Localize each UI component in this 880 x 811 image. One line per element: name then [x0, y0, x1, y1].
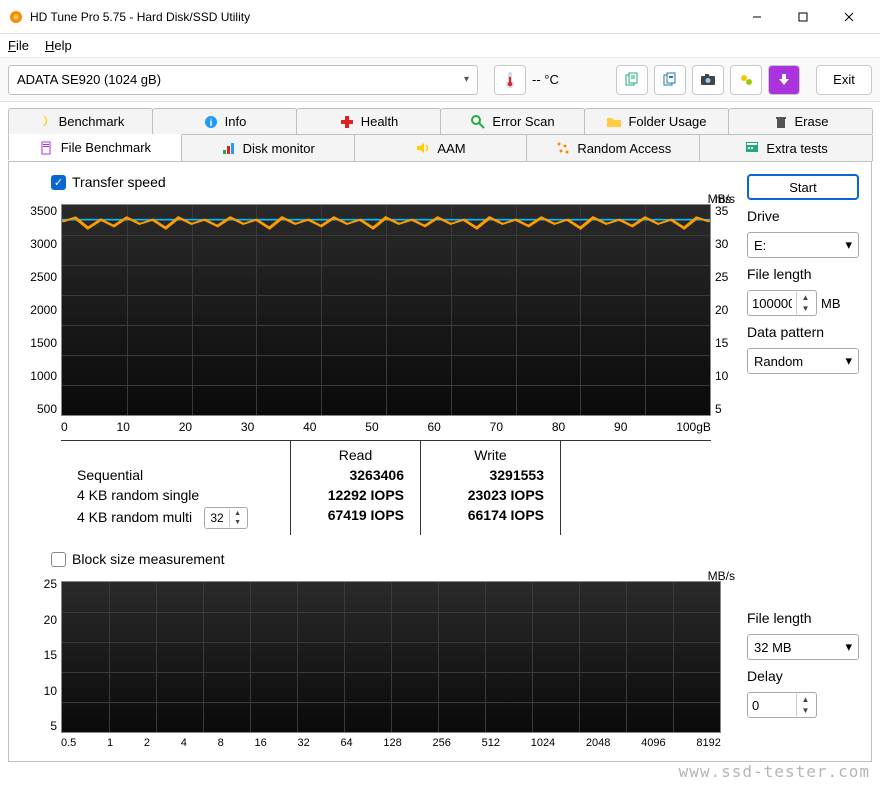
tab-row-1: Benchmark iInfo Health Error Scan Folder…	[8, 108, 872, 135]
file-length-label: File length	[747, 266, 859, 282]
drive-letter-select[interactable]: E:▾	[747, 232, 859, 258]
screenshot-button[interactable]	[692, 65, 724, 95]
block-file-length-select[interactable]: 32 MB▾	[747, 634, 859, 660]
titlebar: HD Tune Pro 5.75 - Hard Disk/SSD Utility	[0, 0, 880, 34]
drive-select-value: ADATA SE920 (1024 gB)	[17, 72, 161, 87]
delay-label: Delay	[747, 668, 859, 684]
results-table: Sequential 4 KB random single 4 KB rando…	[61, 440, 711, 535]
file-length-spin[interactable]: ▲▼	[747, 290, 817, 316]
tab-extra-tests[interactable]: Extra tests	[699, 135, 873, 161]
delay-spin[interactable]: ▲▼	[747, 692, 817, 718]
data-pattern-label: Data pattern	[747, 324, 859, 340]
svg-text:i: i	[209, 118, 212, 129]
tab-info[interactable]: iInfo	[152, 108, 297, 134]
block-file-length-label: File length	[747, 610, 859, 626]
maximize-button[interactable]	[780, 2, 826, 32]
tab-benchmark[interactable]: Benchmark	[8, 108, 153, 134]
app-icon	[8, 9, 24, 25]
minimize-button[interactable]	[734, 2, 780, 32]
tab-aam[interactable]: AAM	[354, 135, 528, 161]
tab-folder-usage[interactable]: Folder Usage	[584, 108, 729, 134]
exit-button[interactable]: Exit	[816, 65, 872, 95]
settings-button[interactable]	[730, 65, 762, 95]
copy-text-button[interactable]	[616, 65, 648, 95]
content-area: Benchmark iInfo Health Error Scan Folder…	[0, 102, 880, 768]
copy-data-button[interactable]	[654, 65, 686, 95]
tab-disk-monitor[interactable]: Disk monitor	[181, 135, 355, 161]
watermark: www.ssd-tester.com	[679, 762, 870, 781]
drive-label: Drive	[747, 208, 859, 224]
chevron-down-icon: ▾	[845, 353, 852, 369]
close-button[interactable]	[826, 2, 872, 32]
transfer-speed-checkbox[interactable]: ✓	[51, 175, 66, 190]
transfer-speed-label: Transfer speed	[72, 174, 166, 190]
window-title: HD Tune Pro 5.75 - Hard Disk/SSD Utility	[30, 10, 734, 24]
chevron-down-icon: ▾	[464, 74, 469, 85]
toolbar: ADATA SE920 (1024 gB) ▾ -- °C Exit	[0, 58, 880, 102]
block-size-checkbox[interactable]	[51, 552, 66, 567]
start-button[interactable]: Start	[747, 174, 859, 200]
transfer-chart: MB/s 3500 3000 2500 2000 1500 1000 500	[21, 194, 739, 434]
drive-select[interactable]: ADATA SE920 (1024 gB) ▾	[8, 65, 478, 95]
transfer-plot	[61, 204, 711, 416]
side-controls: Start Drive E:▾ File length ▲▼ MB Data p…	[747, 174, 859, 749]
data-pattern-select[interactable]: Random▾	[747, 348, 859, 374]
tab-erase[interactable]: Erase	[728, 108, 873, 134]
tab-row-2: File Benchmark Disk monitor AAM Random A…	[8, 135, 872, 162]
temperature-value: -- °C	[532, 72, 559, 87]
file-benchmark-panel: ✓ Transfer speed MB/s 3500 3000 2500 200…	[8, 162, 872, 762]
multi-threads-spin[interactable]: ▲▼	[204, 507, 248, 529]
block-size-label: Block size measurement	[72, 551, 225, 567]
temperature-button[interactable]	[494, 65, 526, 95]
chevron-down-icon: ▾	[845, 237, 852, 253]
block-plot: read write	[61, 581, 721, 733]
tab-health[interactable]: Health	[296, 108, 441, 134]
block-chart: MB/s 252015105 read write	[21, 571, 739, 751]
tab-error-scan[interactable]: Error Scan	[440, 108, 585, 134]
menu-help[interactable]: Help	[45, 38, 72, 53]
tab-file-benchmark[interactable]: File Benchmark	[8, 134, 182, 160]
menu-file[interactable]: File	[8, 38, 29, 53]
save-button[interactable]	[768, 65, 800, 95]
tab-random-access[interactable]: Random Access	[526, 135, 700, 161]
menubar: File Help	[0, 34, 880, 58]
chevron-down-icon: ▾	[845, 639, 852, 655]
